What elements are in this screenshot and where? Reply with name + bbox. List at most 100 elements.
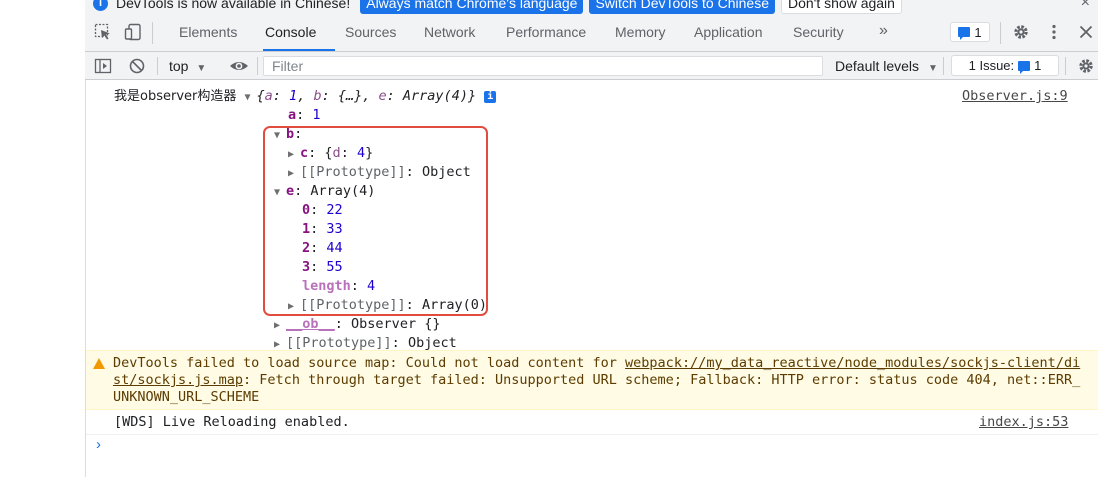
divider xyxy=(943,57,944,75)
log-entry-wds: [WDS] Live Reloading enabled. index.js:5… xyxy=(86,411,1098,435)
console-settings-gear-icon[interactable] xyxy=(1077,57,1095,75)
property-e-prototype[interactable]: ▶ [[Prototype]]: Array(0) xyxy=(288,296,487,316)
issues-button[interactable]: 1 Issue: 1 xyxy=(951,55,1059,76)
context-selector[interactable]: top ▼ xyxy=(169,58,206,74)
property-value: Object xyxy=(407,335,457,351)
brace: { xyxy=(256,88,265,104)
array-value: 22 xyxy=(326,202,343,218)
property-value: 4 xyxy=(367,278,376,294)
tab-elements[interactable]: Elements xyxy=(179,24,237,40)
property-value: Array(4) xyxy=(310,183,376,199)
inner-key: d xyxy=(332,145,341,161)
brace: { xyxy=(324,145,333,161)
array-item: 3: 55 xyxy=(302,259,343,275)
divider xyxy=(1000,22,1001,44)
tab-performance[interactable]: Performance xyxy=(506,24,586,40)
device-toolbar-icon[interactable] xyxy=(124,23,142,41)
issues-label: 1 Issue: xyxy=(968,58,1015,73)
property-value: Array(0) xyxy=(421,297,487,313)
object-summary[interactable]: {a: 1, b: {…}, e: Array(4)} xyxy=(257,88,477,104)
info-icon: i xyxy=(93,0,108,11)
brace: } xyxy=(467,88,477,104)
summary-val-b: {…} xyxy=(337,88,363,104)
infobar-close-icon[interactable]: × xyxy=(1081,0,1090,12)
live-expression-eye-icon[interactable] xyxy=(229,57,249,75)
wds-message: [WDS] Live Reloading enabled. xyxy=(114,414,350,430)
tab-sources[interactable]: Sources xyxy=(345,24,396,40)
collapsed-triangle-icon[interactable]: ▶ xyxy=(288,164,300,183)
expand-triangle-icon[interactable]: ▼ xyxy=(245,88,257,107)
chevron-down-icon: ▼ xyxy=(927,63,938,74)
property-c[interactable]: ▶ c: {d: 4} xyxy=(288,144,373,164)
property-value: Object xyxy=(421,164,471,180)
message-icon xyxy=(958,27,971,40)
brace: } xyxy=(365,145,374,161)
settings-gear-icon[interactable] xyxy=(1012,23,1030,41)
value-evaluated-info-icon[interactable]: i xyxy=(484,91,497,103)
inspect-element-icon[interactable] xyxy=(94,23,112,41)
clear-console-icon[interactable] xyxy=(128,57,146,75)
switch-to-chinese-button[interactable]: Switch DevTools to Chinese xyxy=(589,0,775,14)
collapsed-triangle-icon[interactable]: ▶ xyxy=(288,145,300,164)
more-tabs-button[interactable]: » xyxy=(879,22,888,40)
expand-triangle-icon[interactable]: ▼ xyxy=(274,183,286,202)
tab-console[interactable]: Console xyxy=(265,24,316,40)
log-levels-dropdown[interactable]: Default levels ▼ xyxy=(835,58,938,74)
collapsed-triangle-icon[interactable]: ▶ xyxy=(274,316,286,335)
chevron-down-icon: ▼ xyxy=(196,63,207,74)
source-link-index[interactable]: index.js:53 xyxy=(979,413,1068,432)
messages-button[interactable]: 1 xyxy=(950,22,990,42)
property-ob[interactable]: ▶ __ob__: Observer {} xyxy=(274,315,440,335)
summary-val-a: 1 xyxy=(289,88,298,104)
console-output: 我是observer构造器 ▼ {a: 1, b: {…}, e: Array(4… xyxy=(85,80,1098,477)
array-item: 1: 33 xyxy=(302,221,343,237)
always-match-language-button[interactable]: Always match Chrome's language xyxy=(360,0,584,14)
array-value: 44 xyxy=(326,240,343,256)
filter-input[interactable]: Filter xyxy=(263,56,823,76)
tab-network[interactable]: Network xyxy=(424,24,475,40)
dont-show-again-button[interactable]: Don't show again xyxy=(780,0,902,14)
messages-count: 1 xyxy=(974,24,982,40)
active-tab-indicator xyxy=(263,49,335,51)
property-key: length xyxy=(302,278,351,294)
property-key: __ob__ xyxy=(286,316,335,332)
summary-key-b: b xyxy=(313,88,322,104)
tab-application[interactable]: Application xyxy=(694,24,763,40)
property-b[interactable]: ▼ b: xyxy=(274,125,302,145)
property-key: e xyxy=(286,183,295,199)
property-key: [[Prototype]] xyxy=(300,164,406,180)
tab-security[interactable]: Security xyxy=(793,24,844,40)
warning-triangle-icon xyxy=(93,358,105,369)
more-options-icon[interactable] xyxy=(1045,23,1063,41)
array-value: 55 xyxy=(326,259,343,275)
property-key: [[Prototype]] xyxy=(300,297,406,313)
console-prompt-icon[interactable]: › xyxy=(96,436,101,453)
source-link-observer[interactable]: Observer.js:9 xyxy=(962,87,1068,106)
issue-flag-icon xyxy=(1018,60,1031,74)
property-key: a xyxy=(288,107,297,123)
language-infobar: i DevTools is now available in Chinese! … xyxy=(85,0,1098,14)
divider xyxy=(152,22,153,44)
show-sidebar-icon[interactable] xyxy=(94,57,112,75)
property-b-prototype[interactable]: ▶ [[Prototype]]: Object xyxy=(288,163,471,183)
divider xyxy=(1065,57,1066,75)
expand-triangle-icon[interactable]: ▼ xyxy=(274,126,286,145)
tab-memory[interactable]: Memory xyxy=(615,24,666,40)
issues-count: 1 xyxy=(1034,58,1042,73)
array-item: 0: 22 xyxy=(302,202,343,218)
log-levels-value: Default levels xyxy=(835,58,920,74)
collapsed-triangle-icon[interactable]: ▶ xyxy=(288,297,300,316)
warning-text-after: : Fetch through target failed: Unsupport… xyxy=(113,372,1081,405)
property-key: b xyxy=(286,126,295,142)
summary-key-e: e xyxy=(378,88,387,104)
summary-val-e: Array(4) xyxy=(402,88,468,104)
array-item: 2: 44 xyxy=(302,240,343,256)
close-devtools-icon[interactable] xyxy=(1077,23,1095,41)
property-e[interactable]: ▼ e: Array(4) xyxy=(274,182,375,202)
property-value: 1 xyxy=(312,107,321,123)
property-key: c xyxy=(300,145,309,161)
property-a: a: 1 xyxy=(288,107,321,123)
log-entry[interactable]: 我是observer构造器 ▼ {a: 1, b: {…}, e: Array(4… xyxy=(114,87,497,107)
warning-text: DevTools failed to load source map: Coul… xyxy=(113,355,1088,406)
inner-value: 4 xyxy=(356,145,366,161)
